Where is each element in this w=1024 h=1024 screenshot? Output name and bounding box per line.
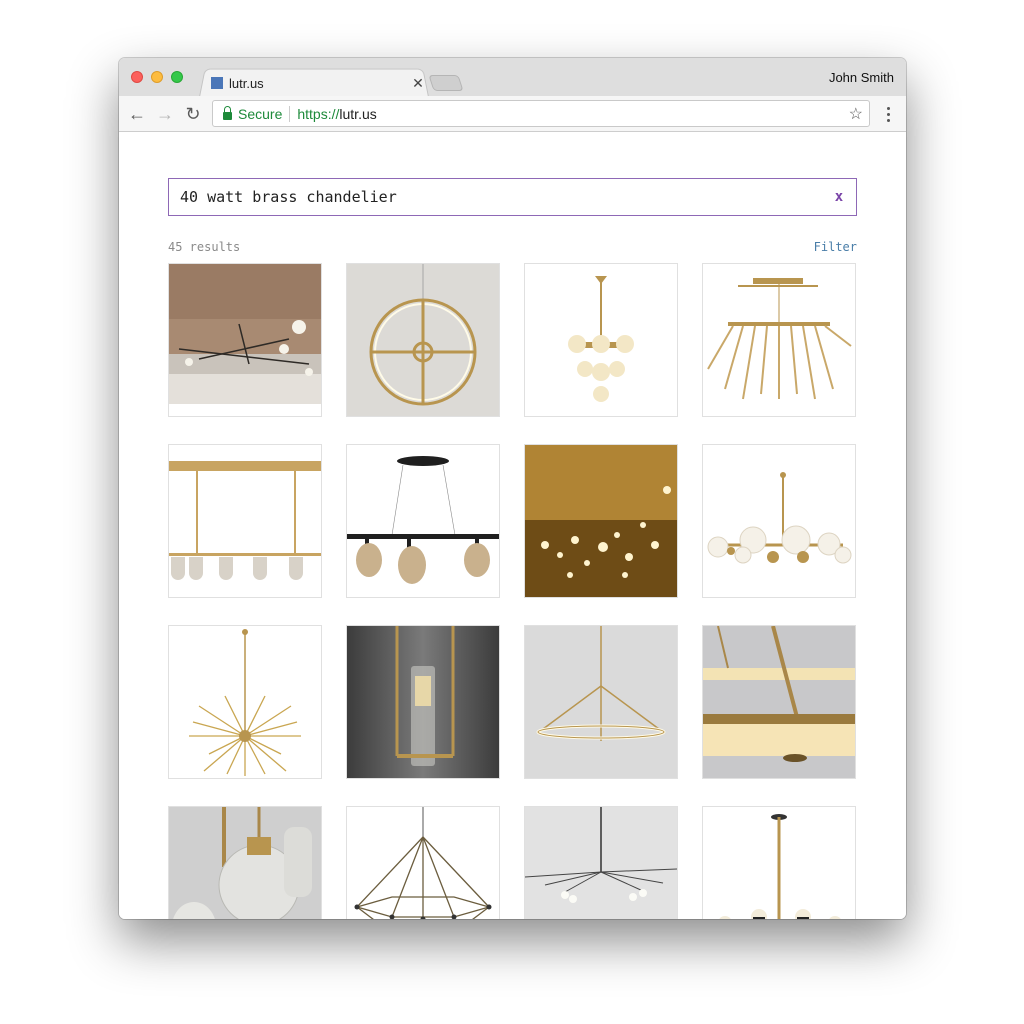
browser-tab-content[interactable]: lutr.us ✕ [211, 72, 425, 94]
product-image [703, 445, 855, 597]
arrow-right-icon[interactable]: → [154, 103, 176, 125]
search-box: x [168, 178, 857, 216]
product-image [703, 807, 855, 919]
new-tab-button[interactable] [428, 75, 464, 91]
product-card[interactable] [702, 806, 856, 919]
product-card[interactable] [702, 263, 856, 417]
product-card[interactable] [702, 625, 856, 779]
product-image [525, 626, 677, 778]
product-card[interactable] [346, 625, 500, 779]
url-scheme: https:// [297, 105, 340, 122]
product-image [169, 264, 321, 416]
product-card[interactable] [524, 806, 678, 919]
favicon-icon [211, 77, 223, 89]
results-grid [168, 263, 858, 919]
clear-search-button[interactable]: x [822, 189, 856, 205]
product-card[interactable] [524, 444, 678, 598]
product-image [347, 807, 499, 919]
product-image [703, 626, 855, 778]
product-image [169, 445, 321, 597]
product-card[interactable] [168, 625, 322, 779]
product-image [525, 264, 677, 416]
product-image [525, 807, 677, 919]
filter-link[interactable]: Filter [814, 240, 857, 254]
window-maximize-button[interactable] [171, 71, 183, 83]
lock-icon [223, 105, 232, 120]
product-card[interactable] [346, 806, 500, 919]
arrow-left-icon[interactable]: ← [126, 103, 148, 125]
product-image [347, 626, 499, 778]
window-minimize-button[interactable] [151, 71, 163, 83]
page-content: x 45 results Filter [119, 133, 906, 919]
search-input[interactable] [169, 179, 822, 215]
product-card[interactable] [524, 625, 678, 779]
product-card[interactable] [168, 444, 322, 598]
product-image [347, 264, 499, 416]
address-divider [289, 105, 291, 122]
star-icon[interactable]: ☆ [849, 104, 863, 124]
product-card[interactable] [168, 263, 322, 417]
results-count: 45 results [168, 240, 241, 254]
product-image [169, 626, 321, 778]
browser-window: lutr.us ✕ John Smith ← → ↻ Secure https:… [119, 58, 906, 919]
address-bar[interactable]: Secure https://lutr.us ☆ [212, 100, 870, 127]
product-card[interactable] [168, 806, 322, 919]
product-card[interactable] [702, 444, 856, 598]
reload-icon[interactable]: ↻ [182, 103, 204, 125]
more-vert-icon[interactable] [881, 103, 895, 125]
product-image [525, 445, 677, 597]
product-card[interactable] [346, 444, 500, 598]
product-image [347, 445, 499, 597]
results-meta: 45 results Filter [168, 240, 857, 256]
tab-title: lutr.us [229, 75, 264, 91]
product-image [703, 264, 855, 416]
product-image [169, 807, 321, 919]
tab-close-icon[interactable]: ✕ [411, 75, 425, 92]
url-host: lutr.us [339, 105, 377, 122]
secure-label: Secure [238, 105, 283, 122]
product-card[interactable] [524, 263, 678, 417]
browser-toolbar: ← → ↻ Secure https://lutr.us ☆ [119, 96, 906, 132]
tab-bar: lutr.us ✕ John Smith [119, 58, 906, 97]
product-card[interactable] [346, 263, 500, 417]
window-close-button[interactable] [131, 71, 143, 83]
profile-name[interactable]: John Smith [829, 70, 894, 85]
